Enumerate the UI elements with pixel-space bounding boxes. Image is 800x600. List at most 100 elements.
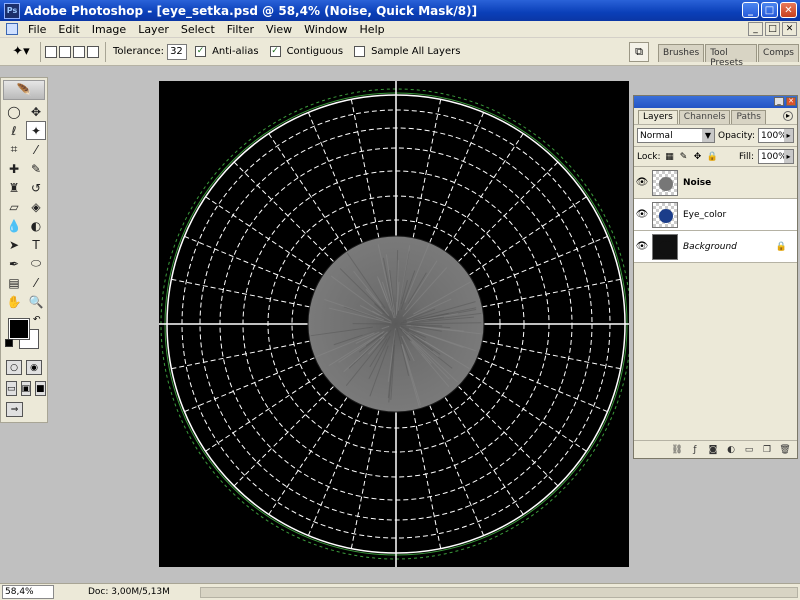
toolbox: 🪶 ◯ ✥ ℓ ✦ ⌗ ⁄ ✚ ✎ ♜ ↺ ▱ ◈ 💧 ◐ ➤ T ✒ ⬭ ▤ ⁄ ✋ 🔍 ↶ ○ ◉ ▭ ▣ ■ ⇒ <box>0 77 48 423</box>
doc-restore-button[interactable]: □ <box>765 22 780 36</box>
document-canvas[interactable] <box>159 81 629 567</box>
standard-screen-icon[interactable]: ▭ <box>6 381 17 396</box>
menu-select[interactable]: Select <box>175 23 221 36</box>
jump-to-imageready-icon[interactable]: ⇒ <box>6 402 23 417</box>
foreground-color-swatch[interactable] <box>9 319 29 339</box>
pen-tool-icon[interactable]: ✒ <box>4 254 24 273</box>
notes-tool-icon[interactable]: ▤ <box>4 273 24 292</box>
tolerance-input[interactable]: 32 <box>167 44 187 60</box>
brush-tool-icon[interactable]: ✎ <box>26 159 46 178</box>
palette-well-icon[interactable]: ⧉ <box>629 42 649 62</box>
menu-filter[interactable]: Filter <box>221 23 260 36</box>
fill-input[interactable]: 100% ▸ <box>758 149 794 164</box>
palette-tabs: Layers Channels Paths <box>634 110 797 124</box>
menu-view[interactable]: View <box>260 23 298 36</box>
blur-tool-icon[interactable]: 💧 <box>4 216 24 235</box>
palette-menu-icon[interactable]: ▸ <box>783 111 793 121</box>
canvas-artwork[interactable] <box>159 81 629 567</box>
add-to-selection-icon[interactable] <box>59 46 71 58</box>
quick-mask-mode-icon[interactable]: ◉ <box>26 360 42 375</box>
lock-image-icon[interactable]: ✎ <box>679 152 689 162</box>
minimize-button[interactable]: _ <box>742 2 759 18</box>
dodge-tool-icon[interactable]: ◐ <box>26 216 46 235</box>
menu-image[interactable]: Image <box>86 23 132 36</box>
new-selection-icon[interactable] <box>45 46 57 58</box>
palette-close-button[interactable]: ✕ <box>786 97 796 106</box>
menu-window[interactable]: Window <box>298 23 353 36</box>
blend-mode-select[interactable]: Normal ▼ <box>637 128 715 143</box>
adobe-online-feather-icon[interactable]: 🪶 <box>3 80 45 100</box>
intersect-selection-icon[interactable] <box>87 46 99 58</box>
close-button[interactable]: ✕ <box>780 2 797 18</box>
doc-minimize-button[interactable]: _ <box>748 22 763 36</box>
lock-all-icon[interactable]: 🔒 <box>707 152 717 162</box>
doc-close-button[interactable]: ✕ <box>782 22 797 36</box>
eye-icon[interactable]: 👁 <box>634 241 650 252</box>
layer-style-icon[interactable]: ƒ <box>689 444 701 456</box>
maximize-button[interactable]: □ <box>761 2 778 18</box>
shape-tool-icon[interactable]: ⬭ <box>26 254 46 273</box>
adjustment-icon[interactable]: ◐ <box>725 444 737 456</box>
layer-row[interactable]: 👁 Eye_color <box>634 199 797 231</box>
paint-bucket-icon[interactable]: ◈ <box>26 197 46 216</box>
palette-minimize-button[interactable]: _ <box>774 97 784 106</box>
history-brush-icon[interactable]: ↺ <box>26 178 46 197</box>
opacity-input[interactable]: 100% ▸ <box>758 128 794 143</box>
menu-layer[interactable]: Layer <box>132 23 175 36</box>
contiguous-checkbox[interactable]: ✓ <box>270 46 281 57</box>
lock-transparency-icon[interactable]: ▦ <box>665 152 675 162</box>
eye-icon[interactable]: 👁 <box>634 209 650 220</box>
grid-spoke <box>458 386 558 486</box>
zoom-level-field[interactable]: 58,4% <box>2 585 54 599</box>
swap-colors-icon[interactable]: ↶ <box>33 315 41 325</box>
layer-row[interactable]: 👁 Background 🔒 <box>634 231 797 263</box>
tab-layers[interactable]: Layers <box>638 110 678 124</box>
magic-wand-preset-icon[interactable]: ✦▾ <box>6 42 36 62</box>
sample-all-layers-checkbox[interactable] <box>354 46 365 57</box>
horizontal-scrollbar[interactable] <box>200 587 798 598</box>
menu-help[interactable]: Help <box>354 23 391 36</box>
eyedropper-tool-icon[interactable]: ⁄ <box>26 273 46 292</box>
new-layer-icon[interactable]: ❐ <box>761 444 773 456</box>
anti-alias-checkbox[interactable]: ✓ <box>195 46 206 57</box>
healing-brush-icon[interactable]: ✚ <box>4 159 24 178</box>
tab-channels[interactable]: Channels <box>679 110 731 124</box>
marquee-tool-icon[interactable]: ◯ <box>4 102 24 121</box>
type-tool-icon[interactable]: T <box>26 235 46 254</box>
document-icon[interactable] <box>6 23 18 35</box>
default-colors-icon[interactable] <box>5 339 13 347</box>
group-icon[interactable]: ▭ <box>743 444 755 456</box>
crop-tool-icon[interactable]: ⌗ <box>4 140 24 159</box>
menu-file[interactable]: File <box>22 23 52 36</box>
tab-comps[interactable]: Comps <box>758 44 799 62</box>
trash-icon[interactable]: 🗑 <box>779 444 791 456</box>
path-selection-icon[interactable]: ➤ <box>4 235 24 254</box>
palette-title-bar[interactable] <box>634 96 797 108</box>
standard-mode-icon[interactable]: ○ <box>6 360 22 375</box>
subtract-from-selection-icon[interactable] <box>73 46 85 58</box>
lasso-tool-icon[interactable]: ℓ <box>4 121 24 140</box>
opacity-label: Opacity: <box>718 131 755 141</box>
clone-stamp-icon[interactable]: ♜ <box>4 178 24 197</box>
lock-position-icon[interactable]: ✥ <box>693 152 703 162</box>
tab-paths[interactable]: Paths <box>731 110 765 124</box>
menu-edit[interactable]: Edit <box>52 23 85 36</box>
grid-spoke <box>171 341 309 369</box>
link-icon[interactable]: ⛓ <box>671 444 683 456</box>
blend-row: Normal ▼ Opacity: 100% ▸ <box>634 124 797 146</box>
tab-tool-presets[interactable]: Tool Presets <box>705 44 757 62</box>
hand-tool-icon[interactable]: ✋ <box>4 292 24 311</box>
zoom-tool-icon[interactable]: 🔍 <box>26 292 46 311</box>
full-screen-menu-icon[interactable]: ▣ <box>21 381 32 396</box>
eraser-tool-icon[interactable]: ▱ <box>4 197 24 216</box>
grid-spoke <box>445 134 523 251</box>
sample-all-layers-label: Sample All Layers <box>371 46 460 57</box>
tab-brushes[interactable]: Brushes <box>658 44 704 62</box>
slice-tool-icon[interactable]: ⁄ <box>26 140 46 159</box>
mask-icon[interactable]: ◙ <box>707 444 719 456</box>
magic-wand-tool-icon[interactable]: ✦ <box>26 121 46 140</box>
full-screen-icon[interactable]: ■ <box>35 381 46 396</box>
move-tool-icon[interactable]: ✥ <box>26 102 46 121</box>
layer-row[interactable]: 👁 Noise <box>634 167 797 199</box>
eye-icon[interactable]: 👁 <box>634 177 650 188</box>
